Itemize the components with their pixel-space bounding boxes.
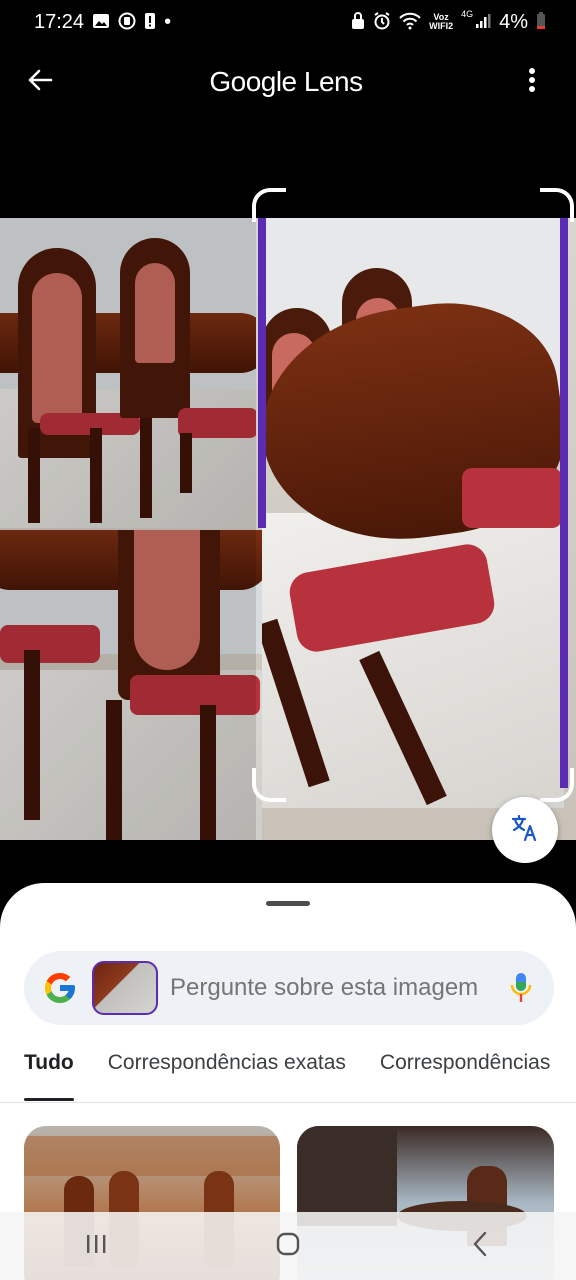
lens-image[interactable]	[0, 218, 576, 840]
translate-icon	[511, 814, 539, 847]
sync-icon	[118, 12, 136, 33]
search-bar[interactable]	[24, 951, 554, 1025]
arrow-back-icon	[27, 67, 53, 98]
tab-matches[interactable]: Correspondências	[380, 1051, 550, 1101]
crop-handle-top-left[interactable]	[252, 188, 286, 222]
network-type: 4G	[461, 9, 474, 19]
system-nav-bar	[0, 1212, 576, 1280]
alarm-icon	[373, 11, 391, 33]
tab-exact-matches[interactable]: Correspondências exatas	[108, 1051, 346, 1101]
wifi-label: WIFI2	[429, 21, 454, 31]
gallery-icon	[92, 13, 110, 32]
home-button[interactable]	[258, 1216, 318, 1276]
tab-tudo[interactable]: Tudo	[24, 1051, 74, 1101]
status-bar: 17:24 • Voz WIFI2 4G 4%	[0, 0, 576, 44]
more-options-button[interactable]	[512, 62, 552, 102]
status-time: 17:24	[34, 10, 85, 33]
back-button[interactable]	[20, 62, 60, 102]
lock-icon	[351, 11, 365, 33]
battery-percent: 4%	[499, 10, 528, 33]
crop-handle-top-right[interactable]	[540, 188, 574, 222]
status-left: 17:24 •	[34, 11, 171, 34]
search-input[interactable]	[170, 974, 496, 1002]
sheet-drag-handle[interactable]	[266, 901, 310, 906]
tabs-divider	[0, 1102, 576, 1103]
search-image-thumbnail[interactable]	[92, 961, 158, 1015]
results-tabs: Tudo Correspondências exatas Correspondê…	[0, 1051, 576, 1101]
mic-icon[interactable]	[506, 968, 536, 1008]
notification-dot: •	[164, 10, 172, 33]
alert-icon	[144, 12, 156, 33]
selection-edge-right	[560, 218, 568, 788]
signal-icon	[475, 13, 491, 32]
wifi-icon	[399, 12, 421, 33]
status-right: Voz WIFI2 4G 4%	[351, 9, 546, 34]
app-title: Google Lens	[209, 66, 363, 97]
battery-icon	[536, 11, 546, 33]
selection-edge-left	[258, 218, 266, 528]
home-icon	[276, 1232, 300, 1261]
google-logo-icon	[42, 970, 78, 1006]
translate-button[interactable]	[492, 797, 558, 863]
app-bar: Google Lens	[0, 52, 576, 112]
voz-wifi-label: Voz WIFI2	[429, 13, 453, 31]
recents-button[interactable]	[66, 1216, 126, 1276]
photo-collage	[0, 218, 576, 840]
nav-back-button[interactable]	[450, 1216, 510, 1276]
photo-tile-right	[262, 218, 564, 808]
recents-icon	[84, 1233, 108, 1260]
more-vert-icon	[528, 67, 536, 98]
back-icon	[472, 1231, 488, 1262]
